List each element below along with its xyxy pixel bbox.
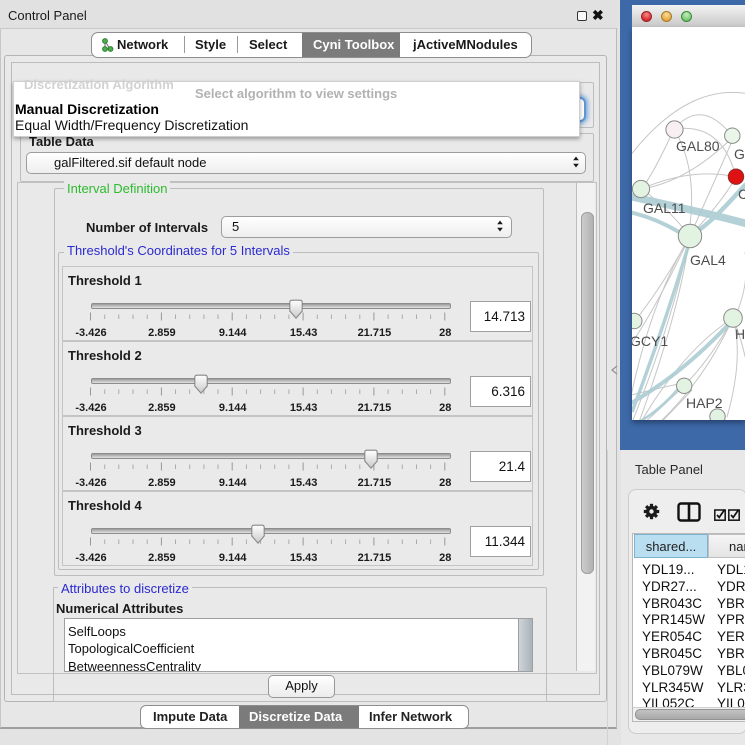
svg-text:GAL80: GAL80 (676, 138, 720, 154)
svg-text:HAP2: HAP2 (686, 395, 723, 411)
svg-text:GCY1: GCY1 (632, 333, 668, 349)
svg-text:C: C (738, 186, 745, 202)
svg-text:GAL4: GAL4 (690, 252, 726, 268)
svg-text:H: H (735, 326, 745, 342)
svg-text:GAL11: GAL11 (643, 200, 686, 216)
svg-text:GA: GA (734, 146, 745, 162)
